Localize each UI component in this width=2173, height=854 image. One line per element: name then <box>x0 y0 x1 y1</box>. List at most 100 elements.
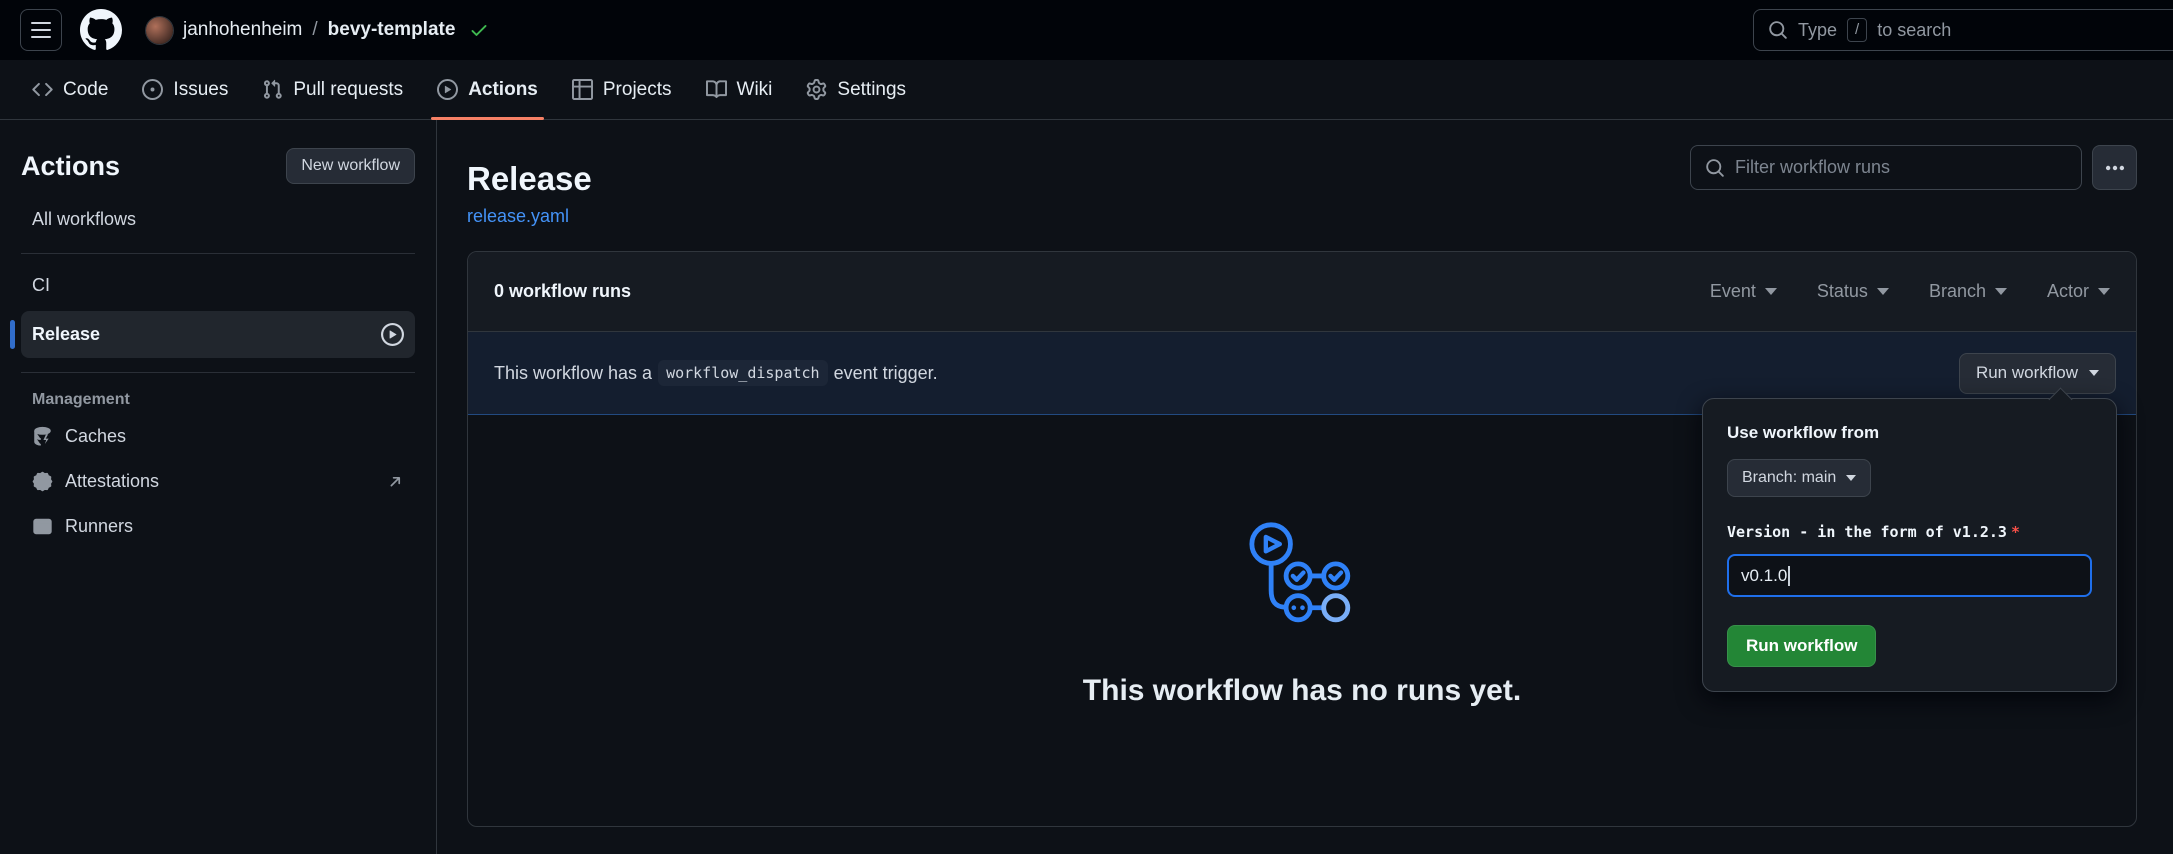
tab-label: Code <box>63 79 108 101</box>
new-workflow-button[interactable]: New workflow <box>286 148 415 184</box>
sidebar-item-label: Caches <box>65 426 126 447</box>
tab-label: Issues <box>173 79 228 101</box>
workflow-file-link[interactable]: release.yaml <box>467 206 569 227</box>
server-icon <box>32 516 53 537</box>
issue-opened-icon <box>142 79 163 100</box>
chevron-down-icon <box>1995 288 2007 295</box>
chevron-down-icon <box>1846 475 1856 481</box>
tab-actions[interactable]: Actions <box>423 60 552 119</box>
tab-wiki[interactable]: Wiki <box>692 60 787 119</box>
owner-avatar[interactable] <box>146 17 173 44</box>
required-asterisk: * <box>2011 523 2020 541</box>
actor-filter-dropdown[interactable]: Actor <box>2047 281 2110 302</box>
run-workflow-label: Run workflow <box>1976 363 2078 383</box>
repo-nav: Code Issues Pull requests Actions Projec… <box>0 60 2173 120</box>
filter-label: Event <box>1710 281 1756 302</box>
workflow-graph-icon <box>1248 520 1356 628</box>
git-pull-request-icon <box>262 79 283 100</box>
filter-label: Branch <box>1929 281 1986 302</box>
sidebar-item-label: Runners <box>65 516 133 537</box>
tab-label: Settings <box>837 79 906 101</box>
breadcrumb-owner-link[interactable]: janhohenheim <box>183 19 302 41</box>
branch-select-label: Branch: main <box>1742 469 1836 487</box>
tab-label: Actions <box>468 79 538 101</box>
chevron-down-icon <box>2089 370 2099 376</box>
kebab-horizontal-icon <box>2104 157 2126 179</box>
sidebar-item-runners[interactable]: Runners <box>21 507 415 546</box>
status-filter-dropdown[interactable]: Status <box>1817 281 1889 302</box>
sidebar-item-workflow-release[interactable]: Release <box>21 311 415 358</box>
branch-filter-dropdown[interactable]: Branch <box>1929 281 2007 302</box>
breadcrumb-repo-link[interactable]: bevy-template <box>328 19 456 41</box>
filter-label: Actor <box>2047 281 2089 302</box>
commit-status-check-icon[interactable] <box>469 20 489 40</box>
tab-label: Projects <box>603 79 672 101</box>
tab-label: Wiki <box>737 79 773 101</box>
github-actions-page: janhohenheim / bevy-template Type / to s… <box>0 0 2173 854</box>
dispatchable-workflow-play-icon <box>381 323 404 346</box>
global-search-input[interactable]: Type / to search <box>1753 9 2173 51</box>
tab-issues[interactable]: Issues <box>128 60 242 119</box>
tab-code[interactable]: Code <box>18 60 122 119</box>
banner-code: workflow_dispatch <box>658 360 828 386</box>
tab-label: Pull requests <box>293 79 403 101</box>
cache-icon <box>32 426 53 447</box>
banner-text-before: This workflow has a <box>494 363 652 384</box>
version-input[interactable]: v0.1.0 <box>1727 554 2092 597</box>
filter-workflow-runs-input[interactable] <box>1735 157 2067 178</box>
gear-icon <box>806 79 827 100</box>
tab-projects[interactable]: Projects <box>558 60 686 119</box>
popup-title: Use workflow from <box>1727 423 2092 443</box>
empty-state-heading: This workflow has no runs yet. <box>1083 674 1521 708</box>
app-header: janhohenheim / bevy-template Type / to s… <box>0 0 2173 60</box>
banner-text-after: event trigger. <box>834 363 938 384</box>
runs-count: 0 workflow runs <box>494 281 631 302</box>
sidebar-item-label: Attestations <box>65 471 374 492</box>
runs-list-header: 0 workflow runs Event Status Branch Acto… <box>468 252 2136 332</box>
event-filter-dropdown[interactable]: Event <box>1710 281 1777 302</box>
version-label-text: Version - in the form of v1.2.3 <box>1727 523 2007 541</box>
sidebar-item-label: CI <box>32 275 50 296</box>
search-icon <box>1768 20 1788 40</box>
version-input-value: v0.1.0 <box>1741 566 1787 586</box>
book-icon <box>706 79 727 100</box>
sidebar-title: Actions <box>21 151 120 182</box>
code-icon <box>32 79 53 100</box>
tab-settings[interactable]: Settings <box>792 60 920 119</box>
run-workflow-submit-button[interactable]: Run workflow <box>1727 625 1876 667</box>
tab-pull-requests[interactable]: Pull requests <box>248 60 417 119</box>
breadcrumb: janhohenheim / bevy-template <box>146 17 489 44</box>
branch-select-button[interactable]: Branch: main <box>1727 459 1871 497</box>
workflow-options-button[interactable] <box>2092 145 2137 190</box>
actions-sidebar: Actions New workflow All workflows CI Re… <box>0 120 437 854</box>
sidebar-item-caches[interactable]: Caches <box>21 417 415 456</box>
run-workflow-dropdown-button[interactable]: Run workflow <box>1959 353 2116 394</box>
breadcrumb-separator: / <box>312 19 317 41</box>
github-logo-icon[interactable] <box>80 9 122 51</box>
sidebar-item-label: Release <box>32 324 369 345</box>
sidebar-divider <box>21 372 415 373</box>
management-section-label: Management <box>21 385 415 411</box>
search-placeholder-prefix: Type <box>1798 20 1837 41</box>
search-placeholder-suffix: to search <box>1877 20 1951 41</box>
version-input-label: Version - in the form of v1.2.3* <box>1727 523 2092 541</box>
table-icon <box>572 79 593 100</box>
chevron-down-icon <box>1877 288 1889 295</box>
hamburger-menu-button[interactable] <box>20 9 62 51</box>
play-icon <box>437 79 458 100</box>
sidebar-item-workflow-ci[interactable]: CI <box>21 266 415 305</box>
sidebar-item-label: All workflows <box>32 209 136 230</box>
chevron-down-icon <box>1765 288 1777 295</box>
sidebar-item-attestations[interactable]: Attestations <box>21 462 415 501</box>
filter-workflow-runs-field <box>1690 145 2082 190</box>
search-icon <box>1705 158 1725 178</box>
arrow-up-right-icon <box>386 473 404 491</box>
sidebar-item-all-workflows[interactable]: All workflows <box>21 200 415 239</box>
chevron-down-icon <box>2098 288 2110 295</box>
filter-label: Status <box>1817 281 1868 302</box>
selected-indicator-bar <box>10 320 15 349</box>
slash-key-hint: / <box>1847 18 1867 42</box>
text-cursor <box>1788 566 1790 586</box>
sidebar-divider <box>21 253 415 254</box>
verified-icon <box>32 471 53 492</box>
